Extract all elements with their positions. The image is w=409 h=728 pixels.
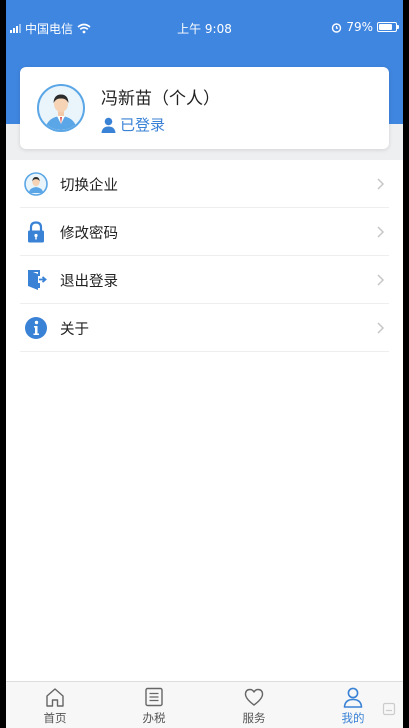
info-icon bbox=[25, 317, 47, 339]
menu-item-logout[interactable]: 退出登录 bbox=[6, 256, 403, 304]
menu-item-change-password[interactable]: 修改密码 bbox=[6, 208, 403, 256]
menu-label: 修改密码 bbox=[60, 225, 118, 242]
logout-door-icon bbox=[28, 270, 47, 290]
home-icon bbox=[46, 688, 64, 707]
status-right: 79% bbox=[331, 20, 399, 34]
tab-label: 我的 bbox=[341, 711, 365, 725]
list-icon bbox=[145, 687, 163, 707]
lock-icon bbox=[28, 221, 44, 243]
menu-label: 退出登录 bbox=[60, 273, 118, 290]
user-icon bbox=[343, 687, 363, 708]
chevron-right-icon bbox=[377, 322, 384, 334]
heart-icon bbox=[244, 688, 264, 706]
login-status: 已登录 bbox=[101, 114, 165, 135]
menu-item-about[interactable]: 关于 bbox=[6, 304, 403, 352]
profile-card[interactable]: 冯新苗（个人） 已登录 bbox=[20, 67, 389, 149]
avatar bbox=[37, 84, 85, 132]
tab-label: 服务 bbox=[242, 711, 266, 725]
tab-tax[interactable]: 办税 bbox=[124, 686, 184, 726]
tab-service[interactable]: 服务 bbox=[224, 686, 284, 726]
avatar-icon bbox=[24, 172, 48, 196]
chevron-right-icon bbox=[377, 226, 384, 238]
tab-home[interactable]: 首页 bbox=[25, 686, 85, 726]
person-icon bbox=[101, 117, 116, 133]
floating-window-icon[interactable] bbox=[382, 702, 396, 716]
menu-item-switch-company[interactable]: 切换企业 bbox=[6, 160, 403, 208]
chevron-right-icon bbox=[377, 178, 384, 190]
menu-label: 关于 bbox=[60, 321, 89, 338]
menu-label: 切换企业 bbox=[60, 177, 118, 194]
login-status-label: 已登录 bbox=[120, 116, 166, 134]
app-screen: 中国电信 上午 9:08 79% 冯新苗（个人） 已登录 切换企业 修改密码 退… bbox=[6, 0, 403, 728]
battery-percent: 79% bbox=[346, 20, 373, 34]
battery-icon bbox=[377, 22, 399, 32]
tab-mine[interactable]: 我的 bbox=[323, 686, 383, 726]
settings-menu: 切换企业 修改密码 退出登录 关于 bbox=[6, 160, 403, 352]
status-bar: 中国电信 上午 9:08 79% bbox=[6, 0, 403, 40]
user-name: 冯新苗（个人） bbox=[101, 89, 220, 109]
user-avatar-icon bbox=[39, 86, 83, 130]
alarm-icon bbox=[332, 22, 342, 33]
tab-bar: 首页 办税 服务 我的 bbox=[6, 681, 403, 728]
tab-label: 办税 bbox=[142, 711, 166, 725]
tab-label: 首页 bbox=[43, 711, 67, 725]
chevron-right-icon bbox=[377, 274, 384, 286]
